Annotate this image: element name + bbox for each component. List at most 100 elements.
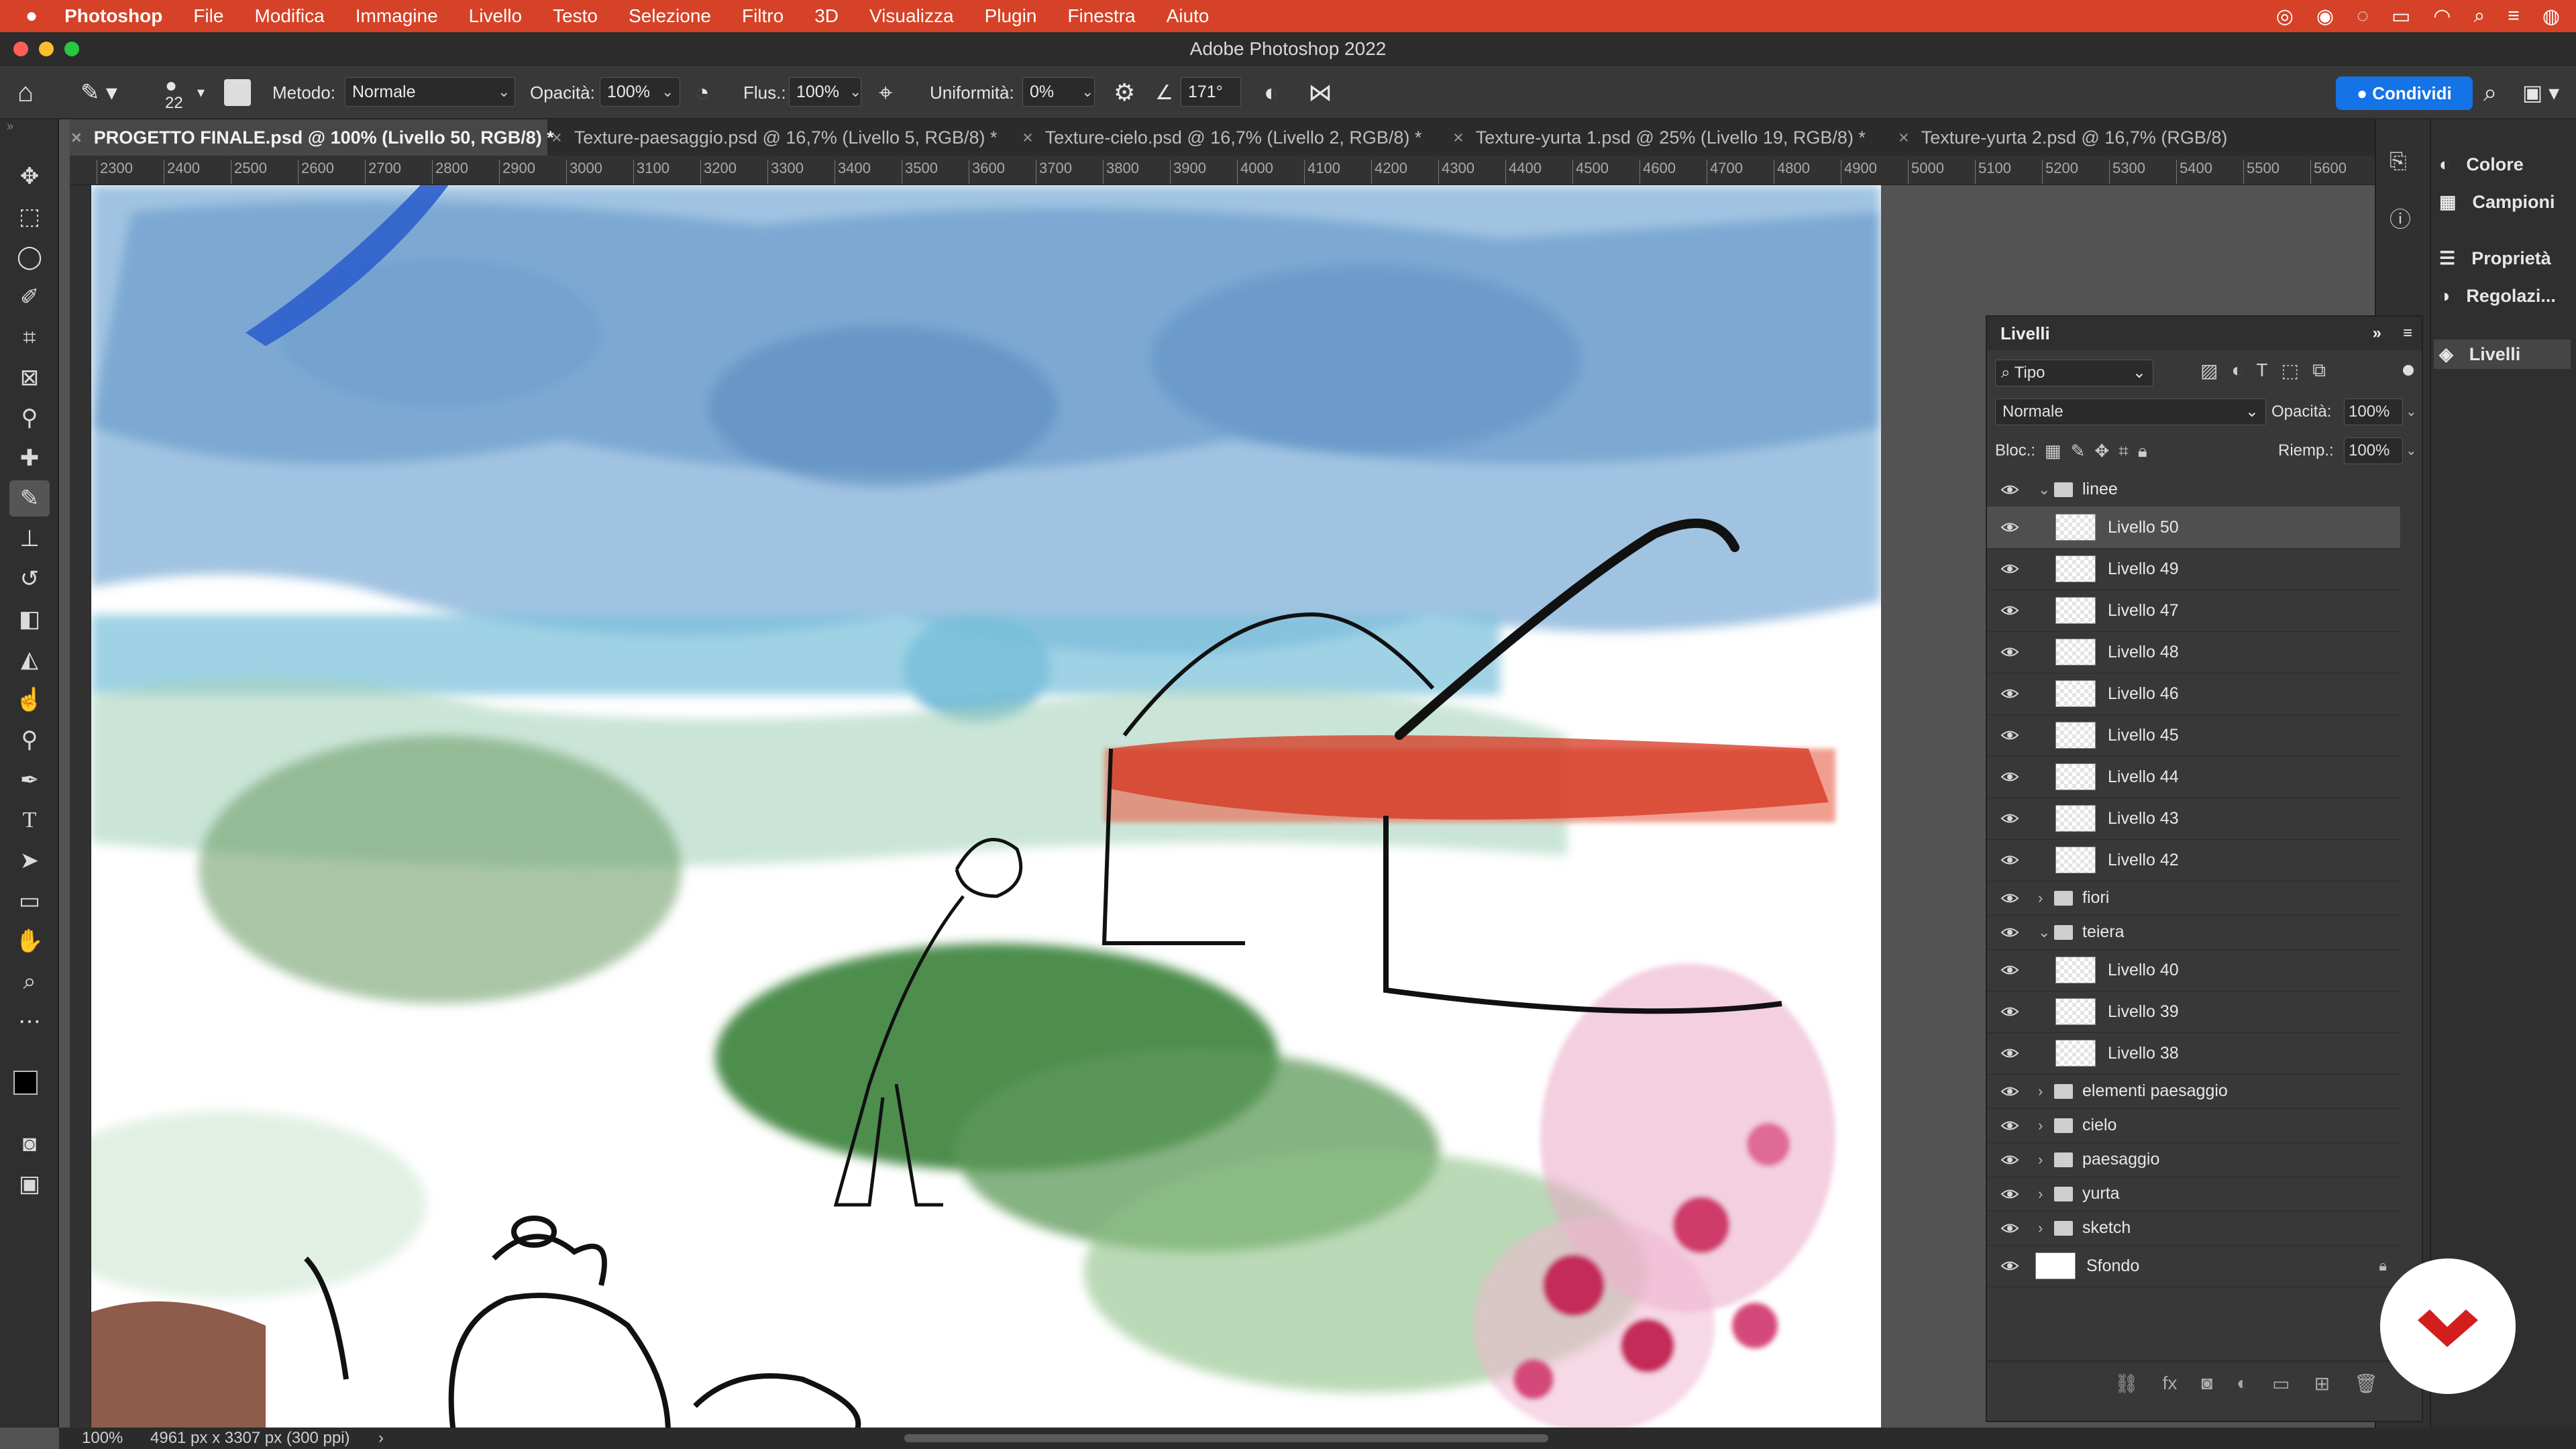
- zoom-window-button[interactable]: [64, 42, 79, 56]
- tab-texture-yurta-2[interactable]: × Texture-yurta 2.psd @ 16,7% (RGB/8): [1898, 119, 2321, 156]
- horizontal-scrollbar[interactable]: [904, 1434, 1548, 1442]
- blend-mode-select[interactable]: Normale ⌄: [1995, 398, 2266, 425]
- apple-menu-icon[interactable]: ●: [25, 5, 38, 28]
- angle-input[interactable]: 171°: [1181, 77, 1241, 107]
- layer-fill-input[interactable]: 100%: [2344, 437, 2403, 464]
- visibility-eye-icon[interactable]: [2000, 1118, 2019, 1133]
- visibility-eye-icon[interactable]: [2000, 811, 2019, 826]
- layer-style-fx-icon[interactable]: fx: [2163, 1373, 2178, 1395]
- minimize-window-button[interactable]: [39, 42, 54, 56]
- filter-pixel-icon[interactable]: ▨: [2200, 360, 2218, 382]
- menu-filtro[interactable]: Filtro: [742, 5, 784, 27]
- smoothing-settings-gear-icon[interactable]: ⚙: [1114, 66, 1135, 119]
- airbrush-icon[interactable]: ⌖: [879, 66, 892, 119]
- layer-group-row[interactable]: › fiori: [1987, 881, 2400, 916]
- layer-filter-select[interactable]: ⌕ Tipo ⌄: [1995, 360, 2153, 386]
- uniformita-chevron-icon[interactable]: ⌄: [1081, 77, 1093, 107]
- search-icon[interactable]: ⌕: [2483, 66, 2497, 119]
- link-layers-icon[interactable]: ⛓: [2114, 1373, 2139, 1395]
- tab-texture-yurta-1[interactable]: × Texture-yurta 1.psd @ 25% (Livello 19, …: [1453, 119, 1921, 156]
- sync-icon[interactable]: ◉: [2316, 5, 2334, 28]
- chevron-right-icon[interactable]: ›: [2038, 1185, 2043, 1203]
- filter-shape-icon[interactable]: ⬚: [2282, 360, 2299, 382]
- eyedropper-tool-icon[interactable]: ⚲: [9, 400, 50, 436]
- spotlight-search-icon[interactable]: ⌕: [2473, 5, 2485, 28]
- visibility-eye-icon[interactable]: [2000, 1187, 2019, 1201]
- menu-selezione[interactable]: Selezione: [629, 5, 711, 27]
- smudge-tool-icon[interactable]: ☝: [9, 682, 50, 718]
- visibility-eye-icon[interactable]: [2000, 482, 2019, 497]
- visibility-eye-icon[interactable]: [2000, 520, 2019, 535]
- metodo-select[interactable]: Normale: [345, 77, 515, 107]
- layer-group-row[interactable]: ⌄ teiera: [1987, 915, 2400, 950]
- layer-opacity-input[interactable]: 100%: [2344, 398, 2403, 425]
- horizontal-ruler[interactable]: 2300 2400 2500 2600 2700 2800 2900 3000 3100 3200…: [70, 156, 2375, 185]
- layer-group-row[interactable]: › elementi paesaggio: [1987, 1074, 2400, 1109]
- menu-plugin[interactable]: Plugin: [985, 5, 1037, 27]
- visibility-eye-icon[interactable]: [2000, 728, 2019, 743]
- visibility-eye-icon[interactable]: [2000, 891, 2019, 906]
- marquee-tool-icon[interactable]: ⬚: [9, 199, 50, 235]
- layer-group-row[interactable]: › cielo: [1987, 1108, 2400, 1143]
- visibility-eye-icon[interactable]: [2000, 963, 2019, 977]
- collapse-toolbar-icon[interactable]: »: [7, 119, 13, 133]
- history-panel-icon[interactable]: ⎘: [2390, 149, 2407, 174]
- visibility-eye-icon[interactable]: [2000, 686, 2019, 701]
- layer-row[interactable]: Livello 46: [1987, 673, 2400, 715]
- status-expand-icon[interactable]: ›: [378, 1428, 384, 1449]
- chevron-right-icon[interactable]: ›: [2038, 890, 2043, 907]
- pen-tool-icon[interactable]: ✒: [9, 762, 50, 798]
- menu-testo[interactable]: Testo: [553, 5, 598, 27]
- hand-tool-icon[interactable]: ✋: [9, 923, 50, 959]
- visibility-eye-icon[interactable]: [2000, 1221, 2019, 1236]
- filter-smart-object-icon[interactable]: ⧉: [2312, 360, 2326, 382]
- home-icon[interactable]: ⌂: [17, 66, 34, 119]
- type-tool-icon[interactable]: T: [9, 802, 50, 839]
- visibility-eye-icon[interactable]: [2000, 1084, 2019, 1099]
- menu-finestra[interactable]: Finestra: [1067, 5, 1135, 27]
- visibility-eye-icon[interactable]: [2000, 1046, 2019, 1061]
- menu-visualizza[interactable]: Visualizza: [869, 5, 954, 27]
- lock-position-icon[interactable]: ✥: [2094, 437, 2109, 464]
- collapse-panel-icon[interactable]: »: [2373, 317, 2381, 350]
- frame-tool-icon[interactable]: ⊠: [9, 360, 50, 396]
- foreground-color-swatch[interactable]: [13, 1071, 38, 1095]
- quick-mask-icon[interactable]: ◙: [9, 1126, 50, 1162]
- panel-campioni[interactable]: ▦ Campioni: [2439, 192, 2555, 213]
- pressure-opacity-icon[interactable]: ◔: [695, 66, 710, 119]
- layer-group-row[interactable]: ⌄ linee: [1987, 472, 2400, 507]
- layer-row[interactable]: Livello 47: [1987, 590, 2400, 632]
- panel-colore[interactable]: ◐ Colore: [2439, 154, 2524, 175]
- crop-tool-icon[interactable]: ⌗: [9, 319, 50, 356]
- add-mask-icon[interactable]: ◙: [2201, 1373, 2212, 1395]
- close-tab-icon[interactable]: ×: [1898, 127, 1909, 148]
- layer-row[interactable]: Livello 50: [1987, 506, 2400, 549]
- close-window-button[interactable]: [13, 42, 28, 56]
- tab-progetto-finale[interactable]: × PROGETTO FINALE.psd @ 100% (Livello 50,…: [70, 119, 554, 156]
- brush-size-chevron-icon[interactable]: ▾: [197, 66, 205, 119]
- layer-group-row[interactable]: › sketch: [1987, 1211, 2400, 1246]
- menu-file[interactable]: File: [193, 5, 223, 27]
- layer-row[interactable]: Livello 49: [1987, 548, 2400, 590]
- paint-bucket-tool-icon[interactable]: ◭: [9, 641, 50, 678]
- visibility-eye-icon[interactable]: [2000, 1152, 2019, 1167]
- clone-stamp-tool-icon[interactable]: ⊥: [9, 521, 50, 557]
- close-tab-icon[interactable]: ×: [71, 127, 82, 148]
- tab-texture-paesaggio[interactable]: × Texture-paesaggio.psd @ 16,7% (Livello …: [551, 119, 1014, 156]
- layer-row[interactable]: Livello 45: [1987, 714, 2400, 757]
- filter-adjustment-icon[interactable]: ◐: [2231, 360, 2243, 382]
- move-tool-icon[interactable]: ✥: [9, 158, 50, 195]
- layer-row[interactable]: Livello 43: [1987, 798, 2400, 840]
- visibility-eye-icon[interactable]: [2000, 645, 2019, 659]
- battery-icon[interactable]: ▭: [2392, 5, 2410, 28]
- panel-livelli[interactable]: ◈ Livelli: [2434, 339, 2571, 369]
- pressure-size-icon[interactable]: ◐: [1264, 66, 1279, 119]
- zoom-tool-icon[interactable]: ⌕: [9, 963, 50, 1000]
- layer-row[interactable]: Livello 40: [1987, 949, 2400, 991]
- workspace-layout-icon[interactable]: ▣ ▾: [2522, 66, 2559, 119]
- document-canvas[interactable]: [91, 185, 1881, 1428]
- lasso-tool-icon[interactable]: ◯: [9, 239, 50, 275]
- layer-row[interactable]: Livello 42: [1987, 839, 2400, 881]
- panel-menu-icon[interactable]: ≡: [2403, 317, 2412, 350]
- history-brush-tool-icon[interactable]: ↺: [9, 561, 50, 597]
